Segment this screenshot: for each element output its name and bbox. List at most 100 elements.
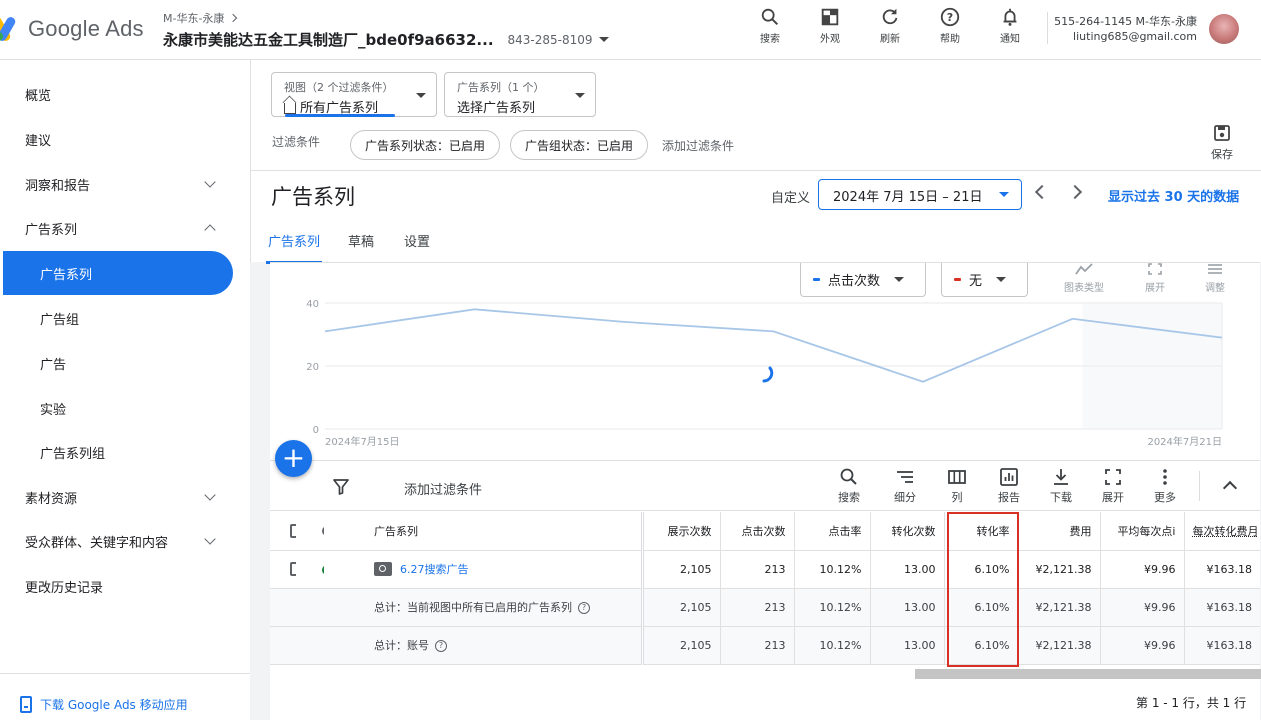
col-conv-rate[interactable]: 转化率	[944, 512, 1019, 551]
sidebar-item-change-history[interactable]: 更改历史记录	[0, 564, 250, 608]
horizontal-scrollbar[interactable]	[915, 669, 1261, 679]
filter-chip-campaign-status[interactable]: 广告系列状态：已启用	[350, 130, 501, 160]
chevron-right-icon	[229, 13, 238, 23]
cell-cost: ¥2,121.38	[1018, 588, 1101, 627]
sidebar-item-ads[interactable]: 广告	[0, 341, 250, 385]
cell-cost-per-conv: ¥163.18	[1184, 588, 1260, 627]
table-more-button[interactable]: 更多	[1140, 467, 1190, 505]
add-campaign-fab[interactable]: +	[275, 440, 312, 477]
caret-down-icon	[416, 93, 426, 98]
totals-account-label-cell: 总计：账号?	[324, 626, 644, 665]
date-range-dropdown[interactable]: 2024年 7月 15日 – 21日	[818, 179, 1022, 210]
cell-avg-cpc: ¥9.96	[1100, 588, 1185, 627]
tabs: 广告系列 草稿 设置	[266, 223, 434, 264]
caret-down-icon	[598, 37, 609, 42]
expand-totals-cell	[296, 626, 324, 665]
appearance-icon	[821, 8, 839, 26]
row-checkbox[interactable]	[290, 562, 296, 576]
table-download-button[interactable]: 下载	[1036, 467, 1086, 505]
refresh-icon	[882, 8, 898, 25]
next-period-button[interactable]	[1067, 184, 1083, 200]
metric1-color-marker	[813, 278, 820, 281]
help-icon[interactable]: ?	[435, 640, 447, 652]
sidebar-item-recommendations[interactable]: 建议	[0, 117, 250, 161]
save-button[interactable]: 保存	[1207, 124, 1237, 162]
campaign-dropdown[interactable]: 广告系列（1 个） 选择广告系列	[444, 72, 596, 117]
cell-clicks: 213	[720, 588, 795, 627]
show-last-30-days-link[interactable]: 显示过去 30 天的数据	[1108, 186, 1239, 205]
row-status-cell	[296, 550, 324, 589]
col-conversions[interactable]: 转化次数	[870, 512, 945, 551]
header-refresh-button[interactable]: 刷新	[860, 6, 920, 45]
sidebar-item-audiences-keywords[interactable]: 受众群体、关键字和内容	[0, 519, 250, 563]
header-notifications-button[interactable]: 通知	[980, 6, 1040, 45]
tab-drafts[interactable]: 草稿	[348, 223, 388, 264]
status-enabled-dot[interactable]	[322, 564, 324, 575]
col-ctr[interactable]: 点击率	[794, 512, 871, 551]
add-filter-link[interactable]: 添加过滤条件	[662, 137, 734, 154]
col-avg-cpc[interactable]: 平均每次点i	[1100, 512, 1185, 551]
col-cost-per-conv[interactable]: 每次转化费月	[1184, 512, 1260, 551]
cell-cost: ¥2,121.38	[1018, 550, 1101, 589]
header-appearance-button[interactable]: 外观	[800, 6, 860, 45]
pagination-text: 第 1 - 1 行，共 1 行	[1136, 696, 1247, 710]
metric2-color-marker	[954, 278, 961, 281]
caret-down-icon	[575, 93, 585, 98]
col-clicks[interactable]: 点击次数	[720, 512, 795, 551]
totals-row-account: 总计：账号? 2,105 213 10.12% 13.00 6.10% ¥2,1…	[270, 626, 1260, 665]
header-help-button[interactable]: ? 帮助	[920, 6, 980, 45]
tab-settings[interactable]: 设置	[404, 223, 430, 264]
col-campaign[interactable]: 广告系列	[324, 512, 644, 551]
status-header-dot[interactable]	[322, 526, 324, 537]
table-report-button[interactable]: 报告	[984, 467, 1034, 505]
sidebar-item-campaigns[interactable]: 广告系列	[3, 251, 233, 295]
cell-ctr: 10.12%	[794, 588, 871, 627]
filter-bar: 视图（2 个过滤条件） 所有广告系列 广告系列（1 个） 选择广告系列 过滤条件…	[250, 60, 1261, 170]
previous-period-button[interactable]	[1034, 184, 1050, 200]
sidebar-item-experiments[interactable]: 实验	[0, 386, 250, 430]
google-ads-logo[interactable]: Google Ads	[0, 14, 144, 44]
download-app-link[interactable]: 下载 Google Ads 移动应用	[0, 673, 250, 720]
cell-clicks: 213	[720, 626, 795, 665]
account-selector[interactable]: M-华东-永康 永康市美能达五金工具制造厂_bde0f9a6632... 843…	[163, 10, 609, 50]
col-impressions[interactable]: 展示次数	[642, 512, 721, 551]
search-icon	[840, 468, 857, 485]
header-search-button[interactable]: 搜索	[740, 6, 800, 45]
avatar[interactable]	[1209, 14, 1239, 44]
user-info[interactable]: 515-264-1145 M-华东-永康 liuting685@gmail.co…	[1054, 14, 1197, 44]
top-bar: Google Ads M-华东-永康 永康市美能达五金工具制造厂_bde0f9a…	[0, 0, 1261, 60]
filter-funnel-icon[interactable]	[332, 478, 350, 496]
campaign-link[interactable]: 6.27搜索广告	[400, 563, 469, 576]
table-add-filter-link[interactable]: 添加过滤条件	[404, 479, 482, 498]
select-all-checkbox[interactable]	[290, 523, 296, 538]
table-expand-button[interactable]: 展开	[1088, 467, 1138, 505]
sidebar-item-insights-reports[interactable]: 洞察和报告	[0, 162, 250, 206]
sidebar-item-campaign-groups[interactable]: 广告系列组	[0, 430, 250, 474]
tab-campaigns[interactable]: 广告系列	[266, 223, 323, 264]
user-line1: 515-264-1145 M-华东-永康	[1054, 15, 1197, 28]
totals-row-view: 总计：当前视图中所有已启用的广告系列? 2,105 213 10.12% 13.…	[270, 588, 1260, 627]
filter-chip-adgroup-status[interactable]: 广告组状态：已启用	[510, 130, 649, 160]
campaign-name-cell: 6.27搜索广告	[324, 550, 644, 589]
sidebar-item-ad-groups[interactable]: 广告组	[0, 296, 250, 340]
table-columns-button[interactable]: 列	[932, 467, 982, 505]
help-icon[interactable]: ?	[578, 602, 590, 614]
cell-cost-per-conv: ¥163.18	[1184, 550, 1260, 589]
cell-cost: ¥2,121.38	[1018, 626, 1101, 665]
home-icon	[284, 103, 296, 114]
sidebar-item-campaigns-group[interactable]: 广告系列	[0, 206, 250, 250]
table-toolbar: 添加过滤条件 搜索 细分 列 报告 下载 展开 更多	[270, 461, 1260, 511]
sidebar-item-overview[interactable]: 概览	[0, 72, 250, 116]
col-cost[interactable]: 费用	[1018, 512, 1101, 551]
table-search-button[interactable]: 搜索	[824, 467, 874, 505]
table-segment-button[interactable]: 细分	[880, 467, 930, 505]
download-icon	[1054, 469, 1068, 485]
cell-impressions: 2,105	[642, 588, 721, 627]
view-dropdown-indicator	[285, 114, 395, 117]
header-tools: 搜索 外观 刷新 ? 帮助 通知	[740, 6, 1040, 45]
sidebar-item-assets[interactable]: 素材资源	[0, 475, 250, 519]
x-tick-label: 2024年7月21日	[1147, 435, 1222, 448]
view-dropdown[interactable]: 视图（2 个过滤条件） 所有广告系列	[271, 72, 437, 117]
report-icon	[1000, 468, 1018, 486]
collapse-chevron-icon[interactable]	[1222, 480, 1238, 496]
